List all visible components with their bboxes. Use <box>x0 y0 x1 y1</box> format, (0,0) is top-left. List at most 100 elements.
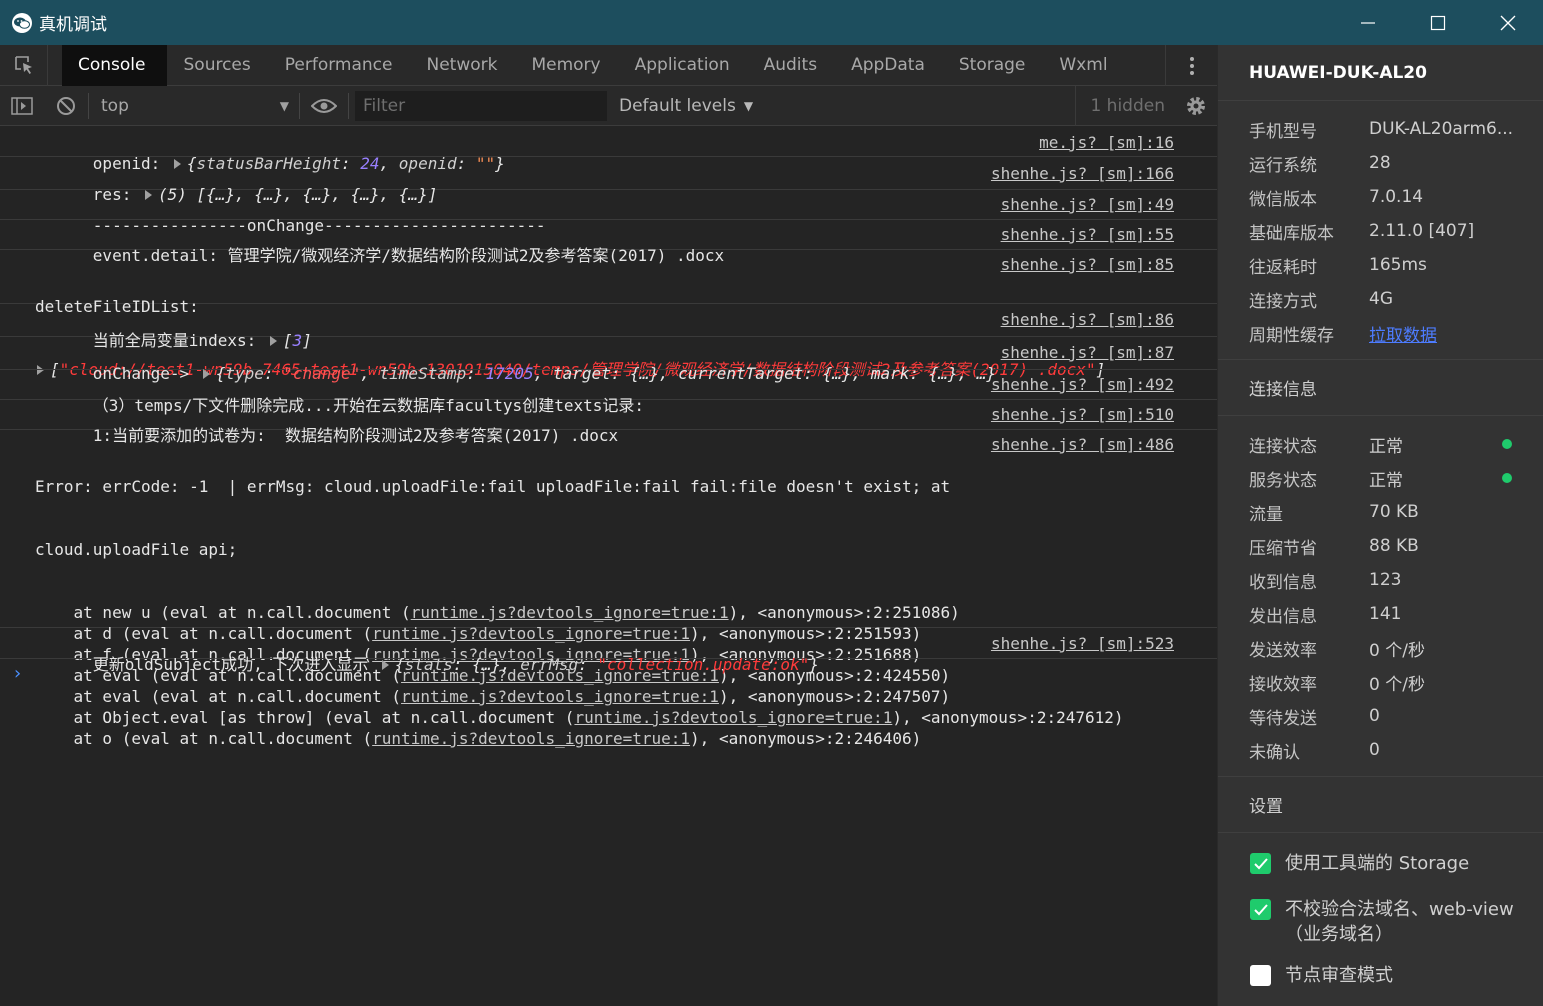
toggle-sidebar-button[interactable] <box>0 86 44 126</box>
filter-input[interactable] <box>355 90 607 121</box>
checkbox-checked[interactable] <box>1250 853 1271 874</box>
conn-key: 发出信息 <box>1249 606 1317 627</box>
clear-console-button[interactable] <box>44 86 88 126</box>
console-message: （3）temps/下文件删除完成...开始在云数据库facultys创建text… <box>0 370 1217 415</box>
maximize-button[interactable] <box>1403 0 1473 45</box>
conn-key: 等待发送 <box>1249 708 1317 729</box>
checkbox-checked[interactable] <box>1250 899 1271 920</box>
info-key: 往返耗时 <box>1249 257 1317 278</box>
stack-frame-link[interactable]: runtime.js?devtools_ignore=true:1 <box>372 729 690 748</box>
info-key: 基础库版本 <box>1249 223 1334 244</box>
device-info-section: 手机型号 DUK-AL20arm6... 运行系统 28 微信版本 7.0.14 基础… <box>1218 101 1543 360</box>
stack-frame-link[interactable]: runtime.js?devtools_ignore=true:1 <box>411 603 729 622</box>
console-message: 当前全局变量indexs: [3] shenhe.js? [sm]:86 <box>0 304 1217 350</box>
stack-frame-text: at o (eval at n.call.document ( <box>35 729 373 748</box>
connection-info-section: 连接状态 正常 服务状态 正常 流量 70 KB 压缩节省 88 KB 收到信息 123 … <box>1218 416 1543 777</box>
source-link[interactable]: shenhe.js? [sm]:510 <box>991 404 1174 425</box>
console-message: 1:当前要添加的试卷为: 数据结构阶段测试2及参考答案(2017) .docx … <box>0 400 1217 445</box>
conn-row: 发出信息 141 <box>1218 597 1543 631</box>
toolbar-divider <box>348 92 349 119</box>
source-link[interactable]: shenhe.js? [sm]:85 <box>1001 254 1174 275</box>
info-value: 165ms <box>1369 255 1427 275</box>
tab-appdata[interactable]: AppData <box>834 45 942 86</box>
tab-console[interactable]: Console <box>62 44 167 86</box>
info-row: 周期性缓存 拉取数据 <box>1218 316 1543 350</box>
live-expression-button[interactable] <box>300 86 348 126</box>
conn-row: 收到信息 123 <box>1218 563 1543 597</box>
info-value: 28 <box>1369 153 1391 173</box>
source-link[interactable]: shenhe.js? [sm]:492 <box>991 374 1174 395</box>
console-message: ----------------onChange----------------… <box>0 190 1217 235</box>
conn-key: 服务状态 <box>1249 470 1317 491</box>
conn-key: 未确认 <box>1249 742 1300 763</box>
tab-application[interactable]: Application <box>618 45 747 86</box>
checkbox-unchecked[interactable] <box>1250 965 1271 986</box>
conn-row: 未确认 0 <box>1218 733 1543 767</box>
info-value: 2.11.0 [407] <box>1369 221 1475 241</box>
conn-value: 123 <box>1369 570 1402 590</box>
check-icon <box>1253 857 1268 869</box>
kebab-menu-icon <box>1189 56 1194 75</box>
tab-network[interactable]: Network <box>409 45 514 86</box>
source-link[interactable]: me.js? [sm]:16 <box>1039 132 1174 153</box>
more-options-button[interactable] <box>1165 45 1217 86</box>
conn-row: 连接状态 正常 <box>1218 427 1543 461</box>
stack-frame-link[interactable]: runtime.js?devtools_ignore=true:1 <box>574 708 892 727</box>
tab-storage[interactable]: Storage <box>942 45 1043 86</box>
console-settings-button[interactable] <box>1185 95 1207 121</box>
conn-value: 0 <box>1369 740 1380 760</box>
stack-frame-text: ), <anonymous>:2:246406) <box>690 729 922 748</box>
source-link[interactable]: shenhe.js? [sm]:49 <box>1001 194 1174 215</box>
conn-value: 0 <box>1369 706 1380 726</box>
check-icon <box>1253 903 1268 915</box>
console-input-area[interactable]: › <box>0 659 1217 699</box>
info-row: 连接方式 4G <box>1218 282 1543 316</box>
close-button[interactable] <box>1473 0 1543 45</box>
setting-skip-domain-check[interactable]: 不校验合法域名、web-view（业务域名） <box>1218 897 1518 963</box>
clear-icon <box>57 96 75 115</box>
conn-row: 压缩节省 88 KB <box>1218 529 1543 563</box>
device-info-panel: HUAWEI-DUK-AL20 手机型号 DUK-AL20arm6... 运行系统… <box>1217 45 1543 1006</box>
cursor-select-icon <box>14 56 32 74</box>
status-dot-icon <box>1502 439 1512 449</box>
sidebar-toggle-icon <box>11 96 33 115</box>
context-value: top <box>101 95 129 116</box>
tab-sources[interactable]: Sources <box>167 45 268 86</box>
info-key: 连接方式 <box>1249 291 1317 312</box>
source-link[interactable]: shenhe.js? [sm]:486 <box>991 434 1174 455</box>
setting-node-inspect-mode[interactable]: 节点审查模式 <box>1218 963 1543 1003</box>
status-dot-icon <box>1502 473 1512 483</box>
conn-row: 接收效率 0 个/秒 <box>1218 665 1543 699</box>
source-link[interactable]: shenhe.js? [sm]:55 <box>1001 224 1174 245</box>
console-message: res: (5) [{…}, {…}, {…}, {…}, {…}] shenh… <box>0 157 1217 204</box>
minimize-button[interactable] <box>1333 0 1403 45</box>
conn-key: 发送效率 <box>1249 640 1317 661</box>
source-link[interactable]: shenhe.js? [sm]:86 <box>1001 309 1174 330</box>
console-error-message: Error: errCode: -1 | errMsg: cloud.uploa… <box>0 430 1217 748</box>
source-link[interactable]: shenhe.js? [sm]:87 <box>1001 342 1174 363</box>
setting-use-tool-storage[interactable]: 使用工具端的 Storage <box>1218 851 1543 897</box>
execution-context-select[interactable]: top ▼ <box>89 86 299 126</box>
fetch-data-link[interactable]: 拉取数据 <box>1369 321 1437 346</box>
tab-performance[interactable]: Performance <box>268 45 410 86</box>
setting-label: 不校验合法域名、web-view（业务域名） <box>1285 899 1514 945</box>
tab-memory[interactable]: Memory <box>514 45 617 86</box>
inspect-element-button[interactable] <box>0 44 48 86</box>
conn-value: 0 个/秒 <box>1369 640 1425 661</box>
conn-key: 连接状态 <box>1249 436 1317 457</box>
connection-section-title: 连接信息 <box>1218 360 1543 416</box>
stack-frame: at Object.eval [as throw] (eval at n.cal… <box>35 707 1217 728</box>
log-levels-label: Default levels <box>619 95 736 116</box>
info-row: 基础库版本 2.11.0 [407] <box>1218 214 1543 248</box>
conn-value: 0 个/秒 <box>1369 674 1425 695</box>
stack-frame-text: ), <anonymous>:2:251086) <box>728 603 960 622</box>
source-link[interactable]: shenhe.js? [sm]:166 <box>991 163 1174 184</box>
tab-wxml[interactable]: Wxml <box>1042 45 1124 86</box>
tab-audits[interactable]: Audits <box>747 45 834 86</box>
log-levels-dropdown[interactable]: Default levels ▼ <box>619 96 753 116</box>
conn-key: 压缩节省 <box>1249 538 1317 559</box>
console-message: deleteFileIDList: ["cloud://test1-wn59b.… <box>0 250 1217 379</box>
source-link[interactable]: shenhe.js? [sm]:523 <box>991 633 1174 654</box>
info-key: 运行系统 <box>1249 155 1317 176</box>
chevron-down-icon: ▼ <box>279 98 289 113</box>
